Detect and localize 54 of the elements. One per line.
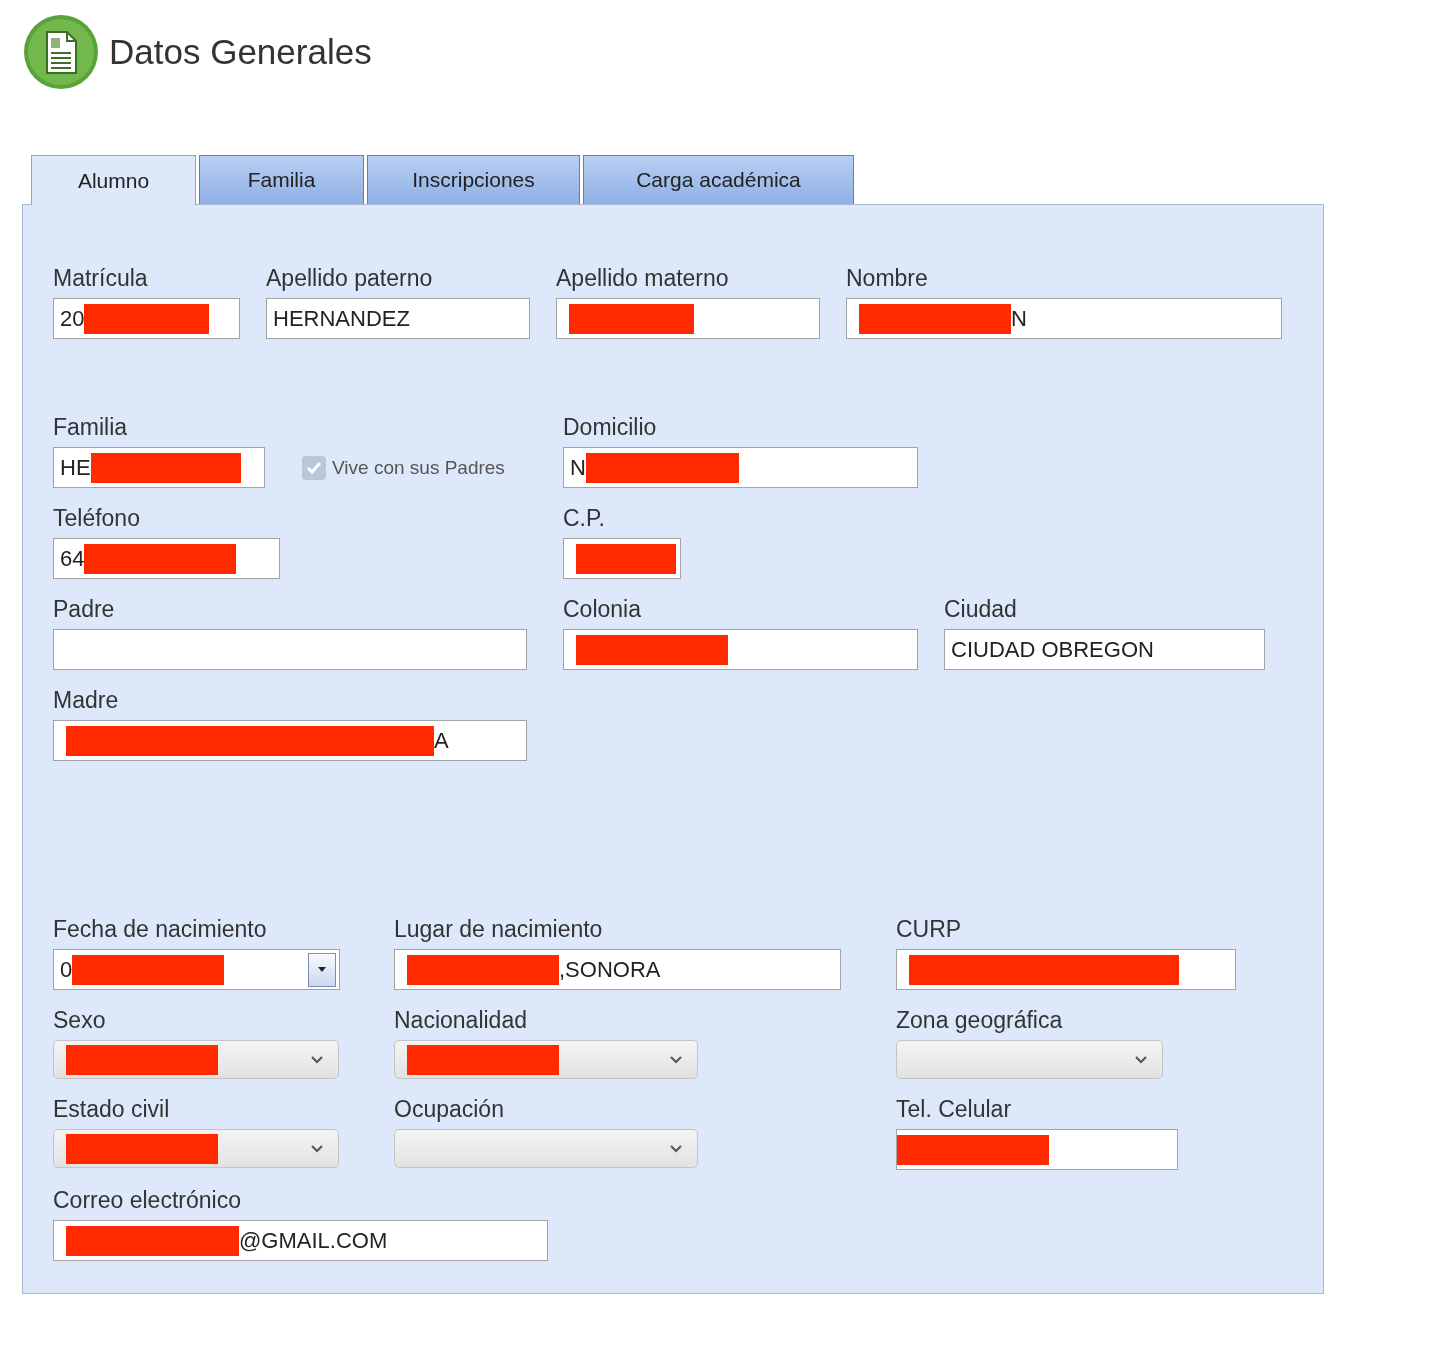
field-label: Nombre — [846, 265, 929, 291]
tab[interactable]: Alumno — [31, 155, 196, 205]
text-field[interactable]: HERNANDEZ — [266, 298, 530, 339]
date-field[interactable]: 0 — [53, 949, 340, 990]
tab[interactable]: Inscripciones — [367, 155, 580, 204]
field-label: Apellido materno — [556, 265, 730, 291]
field-label: Zona geográfica — [896, 1007, 1064, 1033]
field-label: Ciudad — [944, 596, 1018, 622]
chevron-down-icon — [310, 1054, 324, 1065]
field-label: Fecha de nacimiento — [53, 916, 268, 942]
field-label: Sexo — [53, 1007, 107, 1033]
caret-down-icon — [318, 967, 326, 972]
field-label: CURP — [896, 916, 963, 942]
field-label: Colonia — [563, 596, 642, 622]
text-field[interactable] — [563, 538, 681, 579]
page-title: Datos Generales — [109, 31, 372, 72]
text-field[interactable]: @GMAIL.COM — [53, 1220, 548, 1261]
field-label: Estado civil — [53, 1096, 171, 1122]
chevron-down-icon — [310, 1143, 324, 1154]
dropdown-button[interactable] — [308, 952, 336, 987]
chevron-down-icon — [1134, 1054, 1148, 1065]
field-label: Ocupación — [394, 1096, 505, 1122]
field-label: Teléfono — [53, 505, 141, 531]
chevron-down-icon — [669, 1143, 683, 1154]
text-field[interactable] — [896, 1129, 1178, 1170]
text-field[interactable]: 64 — [53, 538, 280, 579]
field-label: Padre — [53, 596, 116, 622]
field-label: Lugar de nacimiento — [394, 916, 604, 942]
text-field[interactable] — [563, 629, 918, 670]
field-label: Domicilio — [563, 414, 658, 440]
text-field[interactable]: CIUDAD OBREGON — [944, 629, 1265, 670]
text-field[interactable]: HE — [53, 447, 265, 488]
field-label: Correo electrónico — [53, 1187, 242, 1213]
text-field[interactable]: A — [53, 720, 527, 761]
document-icon — [23, 13, 99, 90]
text-field[interactable] — [896, 949, 1236, 990]
field-label: Tel. Celular — [896, 1096, 1013, 1122]
field-label: Apellido paterno — [266, 265, 434, 291]
checkmark-icon — [306, 460, 322, 475]
text-field[interactable]: N — [846, 298, 1282, 339]
tab[interactable]: Familia — [199, 155, 364, 204]
text-field[interactable] — [556, 298, 820, 339]
field-label: Familia — [53, 414, 129, 440]
field-label: C.P. — [563, 505, 606, 531]
checkbox-label: Vive con sus Padres — [332, 456, 505, 479]
tab[interactable]: Carga académica — [583, 155, 854, 204]
text-field[interactable]: N — [563, 447, 918, 488]
text-field[interactable]: ,SONORA — [394, 949, 841, 990]
field-label: Madre — [53, 687, 120, 713]
chevron-down-icon — [669, 1054, 683, 1065]
field-label: Nacionalidad — [394, 1007, 528, 1033]
field-label: Matrícula — [53, 265, 149, 291]
text-field[interactable]: 20 — [53, 298, 240, 339]
text-field[interactable] — [53, 629, 527, 670]
